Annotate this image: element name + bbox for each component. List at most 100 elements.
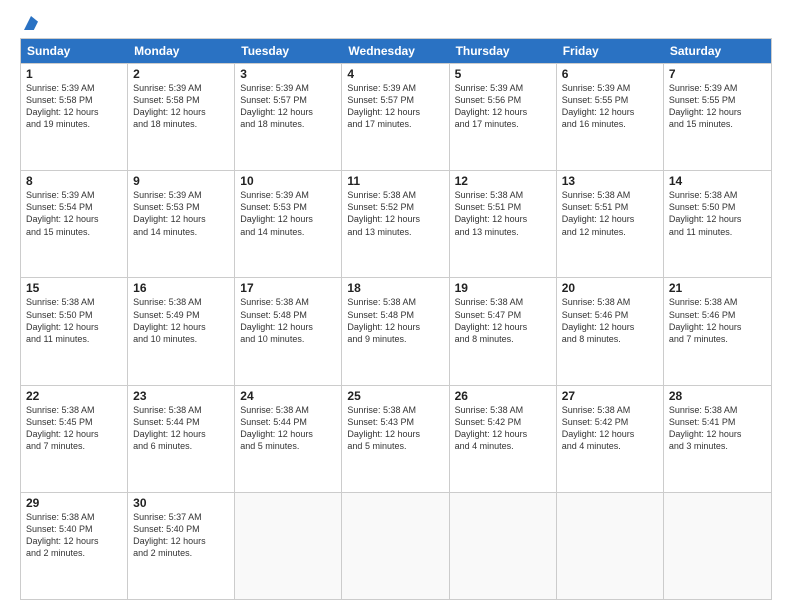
day-number: 2 (133, 67, 229, 81)
day-cell-1: 1Sunrise: 5:39 AM Sunset: 5:58 PM Daylig… (21, 64, 128, 170)
calendar-row-3: 15Sunrise: 5:38 AM Sunset: 5:50 PM Dayli… (21, 277, 771, 384)
day-info: Sunrise: 5:38 AM Sunset: 5:47 PM Dayligh… (455, 296, 551, 345)
day-info: Sunrise: 5:38 AM Sunset: 5:43 PM Dayligh… (347, 404, 443, 453)
day-cell-4: 4Sunrise: 5:39 AM Sunset: 5:57 PM Daylig… (342, 64, 449, 170)
calendar-row-4: 22Sunrise: 5:38 AM Sunset: 5:45 PM Dayli… (21, 385, 771, 492)
day-cell-13: 13Sunrise: 5:38 AM Sunset: 5:51 PM Dayli… (557, 171, 664, 277)
day-cell-30: 30Sunrise: 5:37 AM Sunset: 5:40 PM Dayli… (128, 493, 235, 599)
logo-text (20, 16, 38, 30)
day-number: 21 (669, 281, 766, 295)
day-number: 14 (669, 174, 766, 188)
day-cell-6: 6Sunrise: 5:39 AM Sunset: 5:55 PM Daylig… (557, 64, 664, 170)
day-info: Sunrise: 5:38 AM Sunset: 5:46 PM Dayligh… (669, 296, 766, 345)
day-info: Sunrise: 5:38 AM Sunset: 5:48 PM Dayligh… (347, 296, 443, 345)
calendar-header: SundayMondayTuesdayWednesdayThursdayFrid… (21, 39, 771, 63)
header-day-saturday: Saturday (664, 39, 771, 63)
day-info: Sunrise: 5:38 AM Sunset: 5:46 PM Dayligh… (562, 296, 658, 345)
day-cell-26: 26Sunrise: 5:38 AM Sunset: 5:42 PM Dayli… (450, 386, 557, 492)
header-day-monday: Monday (128, 39, 235, 63)
day-info: Sunrise: 5:39 AM Sunset: 5:55 PM Dayligh… (562, 82, 658, 131)
header-day-thursday: Thursday (450, 39, 557, 63)
logo-icon (24, 16, 38, 30)
day-info: Sunrise: 5:38 AM Sunset: 5:52 PM Dayligh… (347, 189, 443, 238)
logo (20, 16, 38, 30)
empty-cell (557, 493, 664, 599)
day-cell-17: 17Sunrise: 5:38 AM Sunset: 5:48 PM Dayli… (235, 278, 342, 384)
day-cell-2: 2Sunrise: 5:39 AM Sunset: 5:58 PM Daylig… (128, 64, 235, 170)
header-day-sunday: Sunday (21, 39, 128, 63)
day-info: Sunrise: 5:38 AM Sunset: 5:49 PM Dayligh… (133, 296, 229, 345)
day-cell-25: 25Sunrise: 5:38 AM Sunset: 5:43 PM Dayli… (342, 386, 449, 492)
calendar: SundayMondayTuesdayWednesdayThursdayFrid… (20, 38, 772, 600)
day-cell-24: 24Sunrise: 5:38 AM Sunset: 5:44 PM Dayli… (235, 386, 342, 492)
empty-cell (235, 493, 342, 599)
day-info: Sunrise: 5:38 AM Sunset: 5:51 PM Dayligh… (562, 189, 658, 238)
calendar-body: 1 Sunrise: 5:39 AM Sunset: 5:58 PM Daylig… (21, 63, 771, 599)
day-cell-18: 18Sunrise: 5:38 AM Sunset: 5:48 PM Dayli… (342, 278, 449, 384)
day-info: Sunrise: 5:37 AM Sunset: 5:40 PM Dayligh… (133, 511, 229, 560)
calendar-row-5: 29Sunrise: 5:38 AM Sunset: 5:40 PM Dayli… (21, 492, 771, 599)
day-info: Sunrise: 5:38 AM Sunset: 5:50 PM Dayligh… (669, 189, 766, 238)
day-info: Sunrise: 5:38 AM Sunset: 5:42 PM Dayligh… (562, 404, 658, 453)
day-cell-20: 20Sunrise: 5:38 AM Sunset: 5:46 PM Dayli… (557, 278, 664, 384)
day-cell-28: 28Sunrise: 5:38 AM Sunset: 5:41 PM Dayli… (664, 386, 771, 492)
day-number: 26 (455, 389, 551, 403)
day-number: 23 (133, 389, 229, 403)
day-info: Sunrise: 5:38 AM Sunset: 5:41 PM Dayligh… (669, 404, 766, 453)
day-cell-3: 3Sunrise: 5:39 AM Sunset: 5:57 PM Daylig… (235, 64, 342, 170)
day-number: 29 (26, 496, 122, 510)
day-number: 27 (562, 389, 658, 403)
calendar-row-2: 8Sunrise: 5:39 AM Sunset: 5:54 PM Daylig… (21, 170, 771, 277)
header-day-friday: Friday (557, 39, 664, 63)
day-number: 6 (562, 67, 658, 81)
day-number: 3 (240, 67, 336, 81)
day-number: 7 (669, 67, 766, 81)
day-info: Sunrise: 5:39 AM Sunset: 5:58 PM Dayligh… (133, 82, 229, 131)
day-cell-15: 15Sunrise: 5:38 AM Sunset: 5:50 PM Dayli… (21, 278, 128, 384)
day-cell-27: 27Sunrise: 5:38 AM Sunset: 5:42 PM Dayli… (557, 386, 664, 492)
empty-cell (342, 493, 449, 599)
day-info: Sunrise: 5:39 AM Sunset: 5:54 PM Dayligh… (26, 189, 122, 238)
day-number: 19 (455, 281, 551, 295)
page: SundayMondayTuesdayWednesdayThursdayFrid… (0, 0, 792, 612)
day-cell-11: 11Sunrise: 5:38 AM Sunset: 5:52 PM Dayli… (342, 171, 449, 277)
day-number: 30 (133, 496, 229, 510)
day-cell-14: 14Sunrise: 5:38 AM Sunset: 5:50 PM Dayli… (664, 171, 771, 277)
day-cell-12: 12Sunrise: 5:38 AM Sunset: 5:51 PM Dayli… (450, 171, 557, 277)
day-cell-23: 23Sunrise: 5:38 AM Sunset: 5:44 PM Dayli… (128, 386, 235, 492)
day-info: Sunrise: 5:38 AM Sunset: 5:48 PM Dayligh… (240, 296, 336, 345)
day-cell-16: 16Sunrise: 5:38 AM Sunset: 5:49 PM Dayli… (128, 278, 235, 384)
day-number: 28 (669, 389, 766, 403)
header (20, 16, 772, 30)
day-cell-7: 7Sunrise: 5:39 AM Sunset: 5:55 PM Daylig… (664, 64, 771, 170)
day-number: 1 (26, 67, 122, 81)
day-cell-10: 10Sunrise: 5:39 AM Sunset: 5:53 PM Dayli… (235, 171, 342, 277)
day-cell-5: 5Sunrise: 5:39 AM Sunset: 5:56 PM Daylig… (450, 64, 557, 170)
day-number: 20 (562, 281, 658, 295)
day-number: 18 (347, 281, 443, 295)
day-cell-21: 21Sunrise: 5:38 AM Sunset: 5:46 PM Dayli… (664, 278, 771, 384)
day-cell-19: 19Sunrise: 5:38 AM Sunset: 5:47 PM Dayli… (450, 278, 557, 384)
day-cell-22: 22Sunrise: 5:38 AM Sunset: 5:45 PM Dayli… (21, 386, 128, 492)
day-number: 24 (240, 389, 336, 403)
day-info: Sunrise: 5:38 AM Sunset: 5:44 PM Dayligh… (240, 404, 336, 453)
day-number: 9 (133, 174, 229, 188)
day-number: 4 (347, 67, 443, 81)
day-number: 10 (240, 174, 336, 188)
day-info: Sunrise: 5:38 AM Sunset: 5:42 PM Dayligh… (455, 404, 551, 453)
day-info: Sunrise: 5:39 AM Sunset: 5:56 PM Dayligh… (455, 82, 551, 131)
day-info: Sunrise: 5:39 AM Sunset: 5:53 PM Dayligh… (240, 189, 336, 238)
day-number: 13 (562, 174, 658, 188)
header-day-tuesday: Tuesday (235, 39, 342, 63)
day-number: 22 (26, 389, 122, 403)
day-number: 12 (455, 174, 551, 188)
day-info: Sunrise: 5:39 AM Sunset: 5:57 PM Dayligh… (347, 82, 443, 131)
empty-cell (450, 493, 557, 599)
day-cell-9: 9Sunrise: 5:39 AM Sunset: 5:53 PM Daylig… (128, 171, 235, 277)
calendar-row-1: 1 Sunrise: 5:39 AM Sunset: 5:58 PM Daylig… (21, 63, 771, 170)
day-info: Sunrise: 5:38 AM Sunset: 5:44 PM Dayligh… (133, 404, 229, 453)
day-number: 5 (455, 67, 551, 81)
day-info: Sunrise: 5:38 AM Sunset: 5:45 PM Dayligh… (26, 404, 122, 453)
day-number: 8 (26, 174, 122, 188)
empty-cell (664, 493, 771, 599)
